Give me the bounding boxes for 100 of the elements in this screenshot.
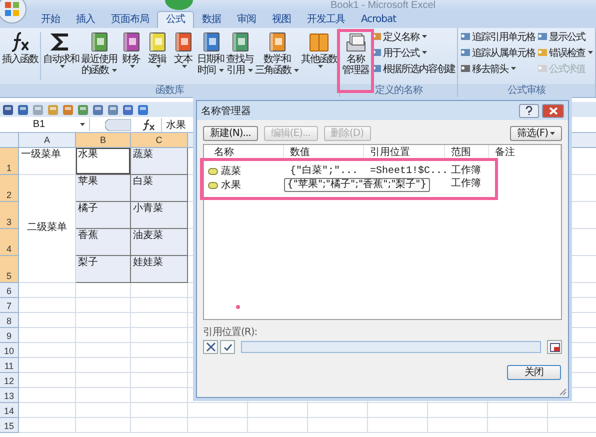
row-header[interactable]: 7 <box>0 298 19 313</box>
ribbon-button[interactable]: 日期和 时间 <box>196 30 225 76</box>
ribbon-button[interactable]: 追踪从属单元格 <box>460 46 535 59</box>
confirm-button[interactable] <box>220 340 235 354</box>
table-cell[interactable] <box>19 328 76 343</box>
ribbon-button[interactable]: 逻辑 <box>144 30 170 68</box>
row-header[interactable]: 15 <box>0 418 19 433</box>
ribbon-tab[interactable]: 开始 <box>33 12 68 28</box>
table-cell[interactable]: 娃娃菜 <box>131 256 188 283</box>
table-cell[interactable] <box>76 358 131 373</box>
table-cell[interactable] <box>76 403 131 418</box>
close-button[interactable] <box>542 104 564 118</box>
table-cell[interactable] <box>19 388 76 403</box>
ribbon-button[interactable]: 查找与 引用 <box>225 30 254 76</box>
table-cell[interactable] <box>19 343 76 358</box>
table-cell[interactable] <box>308 403 368 418</box>
table-cell[interactable] <box>76 313 131 328</box>
row-header[interactable]: 6 <box>0 283 19 298</box>
row-header[interactable]: 14 <box>0 403 19 418</box>
column-header[interactable]: 范围 <box>451 147 471 158</box>
ribbon-button[interactable]: 显示公式 <box>537 30 593 43</box>
ribbon-button[interactable]: 根据所选内容创建 <box>371 62 455 75</box>
table-cell[interactable]: 二级菜单 <box>19 175 76 283</box>
ribbon-button[interactable]: 错误检查 <box>537 46 593 59</box>
ribbon-button[interactable]: 其他函数 <box>300 30 338 68</box>
ribbon-button[interactable]: 财务 <box>118 30 144 68</box>
table-cell[interactable] <box>76 373 131 388</box>
table-cell[interactable] <box>368 418 428 433</box>
ribbon-button[interactable]: 定义名称 <box>371 30 455 43</box>
ribbon-tab[interactable]: 视图 <box>264 12 299 28</box>
table-cell[interactable] <box>428 403 488 418</box>
table-cell[interactable]: 梨子 <box>76 256 131 283</box>
table-cell[interactable] <box>368 403 428 418</box>
table-cell[interactable] <box>76 343 131 358</box>
table-cell[interactable] <box>76 418 131 433</box>
table-cell[interactable]: 油麦菜 <box>131 229 188 256</box>
ribbon-tab[interactable]: 页面布局 <box>103 12 157 28</box>
row-header[interactable]: 8 <box>0 313 19 328</box>
table-cell[interactable] <box>19 283 76 298</box>
row-header[interactable]: 2 <box>0 175 19 202</box>
ribbon-tab[interactable]: 公式 <box>157 11 194 28</box>
row-header[interactable]: 1 <box>0 148 19 175</box>
table-cell[interactable] <box>76 388 131 403</box>
column-header[interactable]: 引用位置 <box>370 147 410 158</box>
table-cell[interactable] <box>76 298 131 313</box>
table-cell[interactable]: 白菜 <box>131 175 188 202</box>
table-cell[interactable] <box>188 403 248 418</box>
table-cell[interactable] <box>308 418 368 433</box>
ribbon-button[interactable]: 数学和 三角函数 <box>254 30 300 76</box>
row-header[interactable]: 5 <box>0 256 19 283</box>
table-cell[interactable]: 蔬菜 <box>131 148 188 175</box>
table-cell[interactable] <box>131 328 188 343</box>
name-text[interactable]: 水果 <box>221 178 241 192</box>
ribbon-tab[interactable]: Acrobat <box>353 12 404 28</box>
column-header[interactable]: 数值 <box>290 147 310 158</box>
table-cell[interactable] <box>19 313 76 328</box>
row-header[interactable]: 3 <box>0 202 19 229</box>
help-button[interactable] <box>519 104 539 118</box>
ribbon-button[interactable]: 追踪引用单元格 <box>460 30 535 43</box>
table-cell[interactable] <box>488 403 548 418</box>
dialog-button[interactable]: 新建(N)... <box>203 126 258 141</box>
table-cell[interactable]: 苹果 <box>76 175 131 202</box>
ribbon-tab[interactable]: 审阅 <box>229 12 264 28</box>
column-header[interactable]: 备注 <box>495 147 515 158</box>
table-cell[interactable] <box>131 358 188 373</box>
table-cell[interactable]: 橘子 <box>76 202 131 229</box>
ribbon-tab[interactable]: 数据 <box>194 12 229 28</box>
ribbon-button[interactable]: 用于公式 <box>371 46 455 59</box>
column-header[interactable]: 名称 <box>214 147 234 158</box>
table-cell[interactable] <box>19 358 76 373</box>
table-cell[interactable] <box>248 418 308 433</box>
ribbon-button[interactable]: 最近使用 的函数 <box>80 30 118 76</box>
table-cell[interactable]: 香蕉 <box>76 229 131 256</box>
reference-field[interactable] <box>241 341 541 353</box>
ribbon-tab[interactable]: 插入 <box>68 12 103 28</box>
table-cell[interactable] <box>428 418 488 433</box>
filter-button[interactable]: 筛选(F) <box>510 126 562 141</box>
table-cell[interactable] <box>131 418 188 433</box>
column-header[interactable]: B <box>76 133 131 148</box>
row-header[interactable]: 4 <box>0 229 19 256</box>
ribbon-button[interactable]: 文本 <box>170 30 196 68</box>
ribbon-button[interactable]: 名称 管理器 <box>341 30 370 76</box>
table-cell[interactable]: 小青菜 <box>131 202 188 229</box>
table-cell[interactable] <box>131 403 188 418</box>
close-dialog-button[interactable]: 关闭 <box>507 365 561 380</box>
row-header[interactable]: 11 <box>0 358 19 373</box>
table-cell[interactable] <box>131 373 188 388</box>
ribbon-button[interactable]: 移去箭头 <box>460 62 535 75</box>
table-cell[interactable] <box>131 343 188 358</box>
ribbon-button[interactable]: 自动求和 <box>42 30 80 68</box>
table-cell[interactable] <box>248 403 308 418</box>
name-text[interactable]: 蔬菜 <box>221 165 241 178</box>
table-cell[interactable] <box>19 418 76 433</box>
table-cell[interactable] <box>19 298 76 313</box>
table-cell[interactable] <box>131 298 188 313</box>
column-header[interactable]: C <box>131 133 188 148</box>
table-cell[interactable] <box>188 418 248 433</box>
name-box[interactable]: B1 <box>0 118 90 131</box>
row-header[interactable]: 12 <box>0 373 19 388</box>
table-cell[interactable] <box>19 403 76 418</box>
